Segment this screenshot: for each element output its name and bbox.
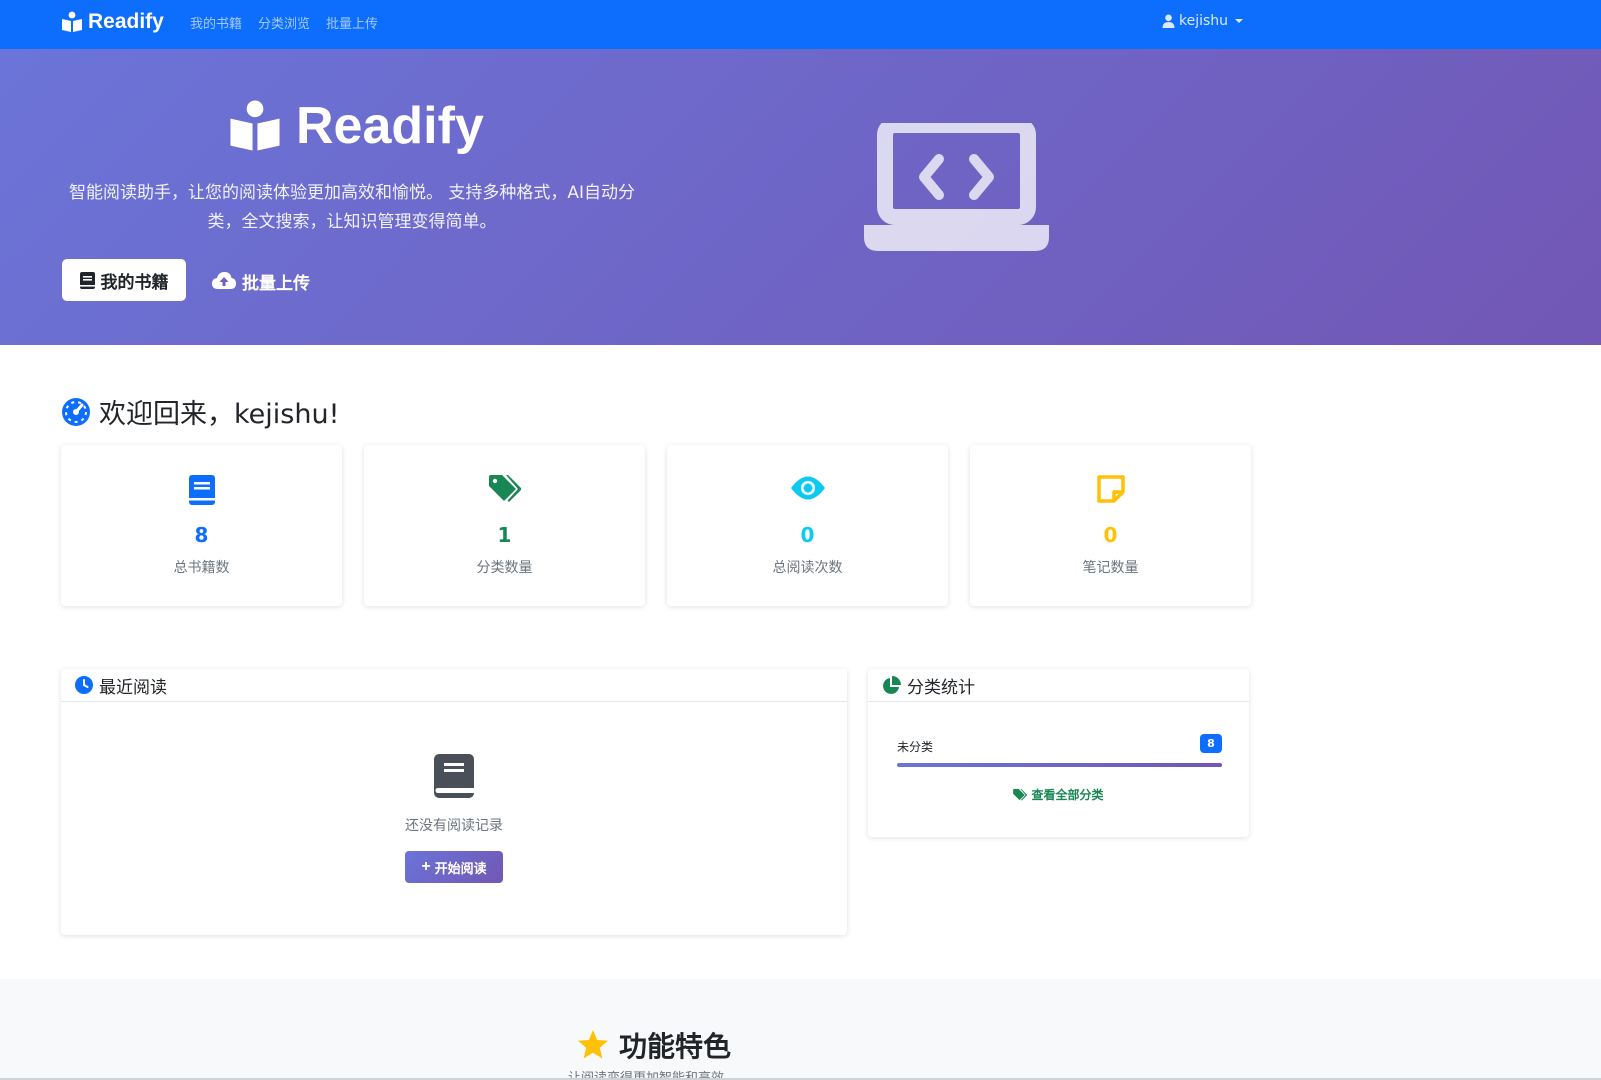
recent-reading-panel: 最近阅读 还没有阅读记录 + 开始阅读 bbox=[61, 669, 847, 935]
my-books-button-label: 我的书籍 bbox=[100, 272, 169, 292]
stat-label: 分类数量 bbox=[476, 560, 533, 576]
features-heading: 功能特色 bbox=[577, 1025, 731, 1065]
stat-label: 笔记数量 bbox=[1082, 560, 1139, 576]
stat-card-categories: 1 分类数量 bbox=[364, 445, 645, 606]
view-all-categories-link[interactable]: 查看全部分类 bbox=[868, 786, 1249, 803]
stat-label: 总书籍数 bbox=[173, 560, 230, 576]
user-dropdown[interactable]: kejishu bbox=[1162, 13, 1244, 29]
book-icon bbox=[79, 271, 95, 289]
stat-card-notes: 0 笔记数量 bbox=[970, 445, 1251, 606]
category-row[interactable]: 未分类 8 bbox=[897, 734, 1222, 755]
category-count-badge: 8 bbox=[1200, 734, 1222, 753]
category-name: 未分类 bbox=[897, 740, 934, 754]
welcome-heading: 欢迎回来，kejishu! bbox=[61, 392, 339, 431]
stat-value: 0 bbox=[1103, 523, 1118, 547]
brand-name: Readify bbox=[88, 10, 164, 33]
clock-icon bbox=[75, 676, 93, 694]
panel-header: 最近阅读 bbox=[61, 669, 847, 702]
chart-pie-icon bbox=[883, 675, 901, 694]
batch-upload-button[interactable]: 批量上传 bbox=[212, 263, 310, 299]
brand-link[interactable]: Readify bbox=[61, 10, 164, 34]
chevron-down-icon bbox=[1235, 19, 1244, 23]
user-name: kejishu bbox=[1179, 13, 1229, 29]
book-icon bbox=[434, 754, 474, 802]
book-reader-icon bbox=[62, 11, 82, 32]
sticky-note-icon bbox=[1096, 475, 1125, 503]
book-reader-icon bbox=[230, 100, 280, 151]
hero-logo: Readify bbox=[228, 96, 484, 156]
empty-state-text: 还没有阅读记录 bbox=[405, 818, 503, 834]
user-icon bbox=[1162, 14, 1175, 28]
category-progress-fill bbox=[897, 763, 1222, 767]
nav-link-batch-upload[interactable]: 批量上传 bbox=[326, 13, 378, 32]
welcome-text: 欢迎回来，kejishu! bbox=[99, 399, 340, 430]
stat-label: 总阅读次数 bbox=[772, 560, 843, 576]
nav-links: 我的书籍 分类浏览 批量上传 bbox=[190, 13, 378, 32]
panel-title: 最近阅读 bbox=[99, 677, 167, 698]
category-progress-bar bbox=[897, 763, 1222, 767]
tags-icon bbox=[488, 475, 521, 502]
hero-section: Readify 智能阅读助手，让您的阅读体验更加高效和愉悦。 支持多种格式，AI… bbox=[0, 49, 1601, 345]
stat-value: 0 bbox=[800, 523, 815, 547]
stat-value: 8 bbox=[194, 523, 209, 547]
start-reading-button[interactable]: + 开始阅读 bbox=[405, 851, 503, 883]
panel-header: 分类统计 bbox=[868, 669, 1249, 702]
nav-link-category-browse[interactable]: 分类浏览 bbox=[258, 13, 310, 32]
stat-value: 1 bbox=[497, 523, 512, 547]
view-all-categories-label: 查看全部分类 bbox=[1031, 788, 1104, 802]
eye-icon bbox=[790, 476, 825, 500]
stat-card-books: 8 总书籍数 bbox=[61, 445, 342, 606]
laptop-code-icon bbox=[864, 117, 1049, 257]
plus-icon: + bbox=[421, 858, 431, 875]
features-section: 功能特色 让阅读变得更加智能和高效 bbox=[0, 979, 1601, 1080]
stat-card-reads: 0 总阅读次数 bbox=[667, 445, 948, 606]
features-title: 功能特色 bbox=[619, 1030, 732, 1063]
panel-title: 分类统计 bbox=[907, 677, 975, 698]
star-icon bbox=[578, 1030, 608, 1059]
batch-upload-button-label: 批量上传 bbox=[242, 273, 310, 293]
tachometer-icon bbox=[62, 397, 90, 426]
tags-icon bbox=[1013, 788, 1028, 801]
book-icon bbox=[188, 475, 215, 505]
category-stats-panel: 分类统计 未分类 8 查看全部分类 bbox=[868, 669, 1249, 837]
hero-description: 智能阅读助手，让您的阅读体验更加高效和愉悦。 支持多种格式，AI自动分类，全文搜… bbox=[68, 183, 636, 232]
nav-link-my-books[interactable]: 我的书籍 bbox=[190, 13, 242, 32]
hero-title: Readify bbox=[296, 97, 484, 155]
cloud-upload-icon bbox=[212, 272, 236, 289]
my-books-button[interactable]: 我的书籍 bbox=[62, 259, 186, 301]
navbar: Readify 我的书籍 分类浏览 批量上传 kejishu bbox=[0, 0, 1601, 49]
start-reading-label: 开始阅读 bbox=[434, 860, 487, 876]
